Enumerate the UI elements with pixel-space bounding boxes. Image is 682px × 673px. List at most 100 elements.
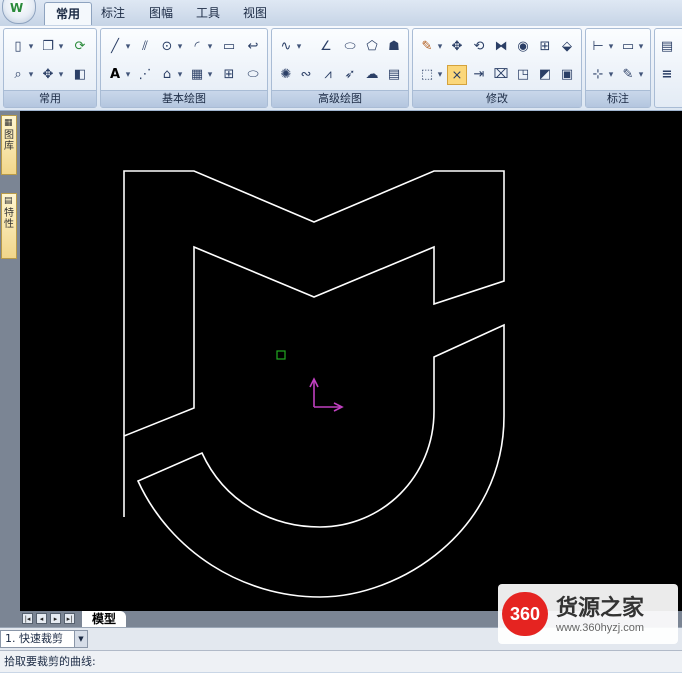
offset-icon[interactable]: ◉ [513,37,533,57]
mirror-icon[interactable]: ⧓ [491,37,511,57]
line-weight-icon[interactable]: ≡ [657,65,677,85]
dropdown-arrow-icon[interactable]: ▾ [205,65,215,85]
command-option-value: 1. 快速裁剪 [5,632,63,645]
ribbon-group-common: ▯ ▾ ❐ ▾ ⟳ ⌕ ▾ ✥ ▾ ◧ 常用 [3,28,97,108]
m-shape-curve[interactable] [123,170,505,517]
dropdown-arrow-icon[interactable]: ▾ [26,37,36,57]
dropdown-arrow-icon[interactable]: ▾ [56,37,66,57]
linear-dimension-icon[interactable]: ⊢ [588,37,608,57]
properties-icon[interactable]: ▤ [657,37,677,57]
erase-icon[interactable]: ✎ [417,37,437,57]
group-label: 基本绘图 [101,90,267,107]
ribbon-group-extra: ▤ ≡ [654,28,682,108]
group-label: 修改 [413,90,581,107]
ribbon-group-modify: ✎ ▾ ✥ ⟲ ⧓ ◉ ⊞ ⬙ ⬚ ▾ ⨯ ⇥ ⌧ ◳ ◩ ▣ 修改 [412,28,582,108]
app-logo-button[interactable]: W [2,0,36,24]
arrow-icon[interactable]: ➶ [340,65,360,85]
dropdown-arrow-icon[interactable]: ▾ [175,37,185,57]
tab-frame[interactable]: 图幅 [138,2,184,24]
last-tab-button[interactable]: ▸| [64,613,75,624]
dropdown-arrow-icon[interactable]: ▾ [205,37,215,57]
rotate-icon[interactable]: ⟲ [469,37,489,57]
dropdown-arrow-icon[interactable]: ▾ [123,37,133,57]
watermark: 360 货源之家 www.360hyzj.com [498,584,678,644]
stretch-icon[interactable]: ⬙ [557,37,577,57]
properties-icon: ▤ [4,196,13,206]
dropdown-arrow-icon[interactable]: ▾ [26,65,36,85]
copy-icon[interactable]: ❐ [38,37,58,57]
dropdown-arrow-icon[interactable]: ▾ [606,37,616,57]
watermark-title: 货源之家 [556,596,645,621]
dropdown-arrow-icon[interactable]: ▾ [606,65,616,85]
wave-icon[interactable]: ∾ [296,65,316,85]
line-icon[interactable]: ╱ [105,37,125,57]
next-tab-button[interactable]: ▸ [50,613,61,624]
break-line-icon[interactable]: ⩘ [318,65,338,85]
text-icon[interactable]: A [105,65,125,85]
parallel-line-icon[interactable]: ⫽ [135,37,155,57]
spline-icon[interactable]: ∿ [276,37,296,57]
array-icon[interactable]: ⊞ [535,37,555,57]
u-shape-curve[interactable] [136,323,505,598]
grid-icon[interactable]: ⊞ [219,65,239,85]
tab-view[interactable]: 视图 [232,2,278,24]
first-tab-button[interactable]: |◂ [22,613,33,624]
library-icon: ▦ [4,118,13,128]
circle-icon[interactable]: ⊙ [157,37,177,57]
side-tab-library[interactable]: ▦ 图库 [1,115,17,175]
new-file-icon[interactable]: ▯ [8,37,28,57]
dropdown-arrow-icon[interactable]: ▾ [123,65,133,85]
table-icon[interactable]: ▤ [384,65,404,85]
group-label: 标注 [586,90,650,107]
gear-shape-icon[interactable]: ✺ [276,65,296,85]
side-tab-label: 图库 [4,130,14,152]
command-option-select[interactable]: 1. 快速裁剪 ▼ [0,630,88,648]
cloud-icon[interactable]: ☁ [362,65,382,85]
break-icon[interactable]: ⌧ [491,65,511,85]
explode-icon[interactable]: ▣ [557,65,577,85]
annotation-edit-icon[interactable]: ✎ [618,65,638,85]
model-tab[interactable]: 模型 [82,611,127,627]
refresh-icon[interactable]: ⟳ [70,37,90,57]
pick-box-cursor [276,350,286,360]
prev-tab-button[interactable]: ◂ [36,613,47,624]
move-icon[interactable]: ✥ [447,37,467,57]
region-icon[interactable]: ⬭ [243,65,263,85]
dropdown-arrow-icon[interactable]: ▾ [636,65,646,85]
polyline-icon[interactable]: ↩ [243,37,263,57]
dropdown-arrow-icon[interactable]: ▾ [294,37,304,57]
fillet-icon[interactable]: ◳ [513,65,533,85]
tab-dimension[interactable]: 标注 [90,2,136,24]
tab-common[interactable]: 常用 [44,2,93,25]
dimension-style-icon[interactable]: ▭ [618,37,638,57]
dropdown-arrow-icon[interactable]: ▾ [435,65,445,85]
rectangle-icon[interactable]: ▭ [219,37,239,57]
select-box-icon[interactable]: ⬚ [417,65,437,85]
trim-icon[interactable]: ⨯ [447,65,467,85]
layer-icon[interactable]: ◧ [70,65,90,85]
ellipse-icon[interactable]: ⬭ [340,37,360,57]
drawing-svg [123,170,505,598]
tab-tools[interactable]: 工具 [185,2,231,24]
centerline-icon[interactable]: ⋰ [135,65,155,85]
angle-icon[interactable]: ∠ [316,37,336,57]
zoom-icon[interactable]: ⌕ [8,65,28,85]
dropdown-arrow-icon[interactable]: ▾ [175,65,185,85]
side-palette: ▦ 图库 ▤ 特性 [0,111,20,611]
block-icon[interactable]: ⌂ [157,65,177,85]
pan-icon[interactable]: ✥ [38,65,58,85]
coordinate-dimension-icon[interactable]: ⊹ [588,65,608,85]
chevron-down-icon[interactable]: ▼ [74,631,87,647]
side-tab-properties[interactable]: ▤ 特性 [1,193,17,259]
polygon-icon[interactable]: ⬠ [362,37,382,57]
profile-icon[interactable]: ☗ [384,37,404,57]
drawing-canvas[interactable] [20,111,682,611]
hatch-icon[interactable]: ▦ [187,65,207,85]
dropdown-arrow-icon[interactable]: ▾ [636,37,646,57]
extend-icon[interactable]: ⇥ [469,65,489,85]
ucs-icon [309,377,344,412]
dropdown-arrow-icon[interactable]: ▾ [56,65,66,85]
arc-icon[interactable]: ◜ [187,37,207,57]
dropdown-arrow-icon[interactable]: ▾ [435,37,445,57]
chamfer-icon[interactable]: ◩ [535,65,555,85]
